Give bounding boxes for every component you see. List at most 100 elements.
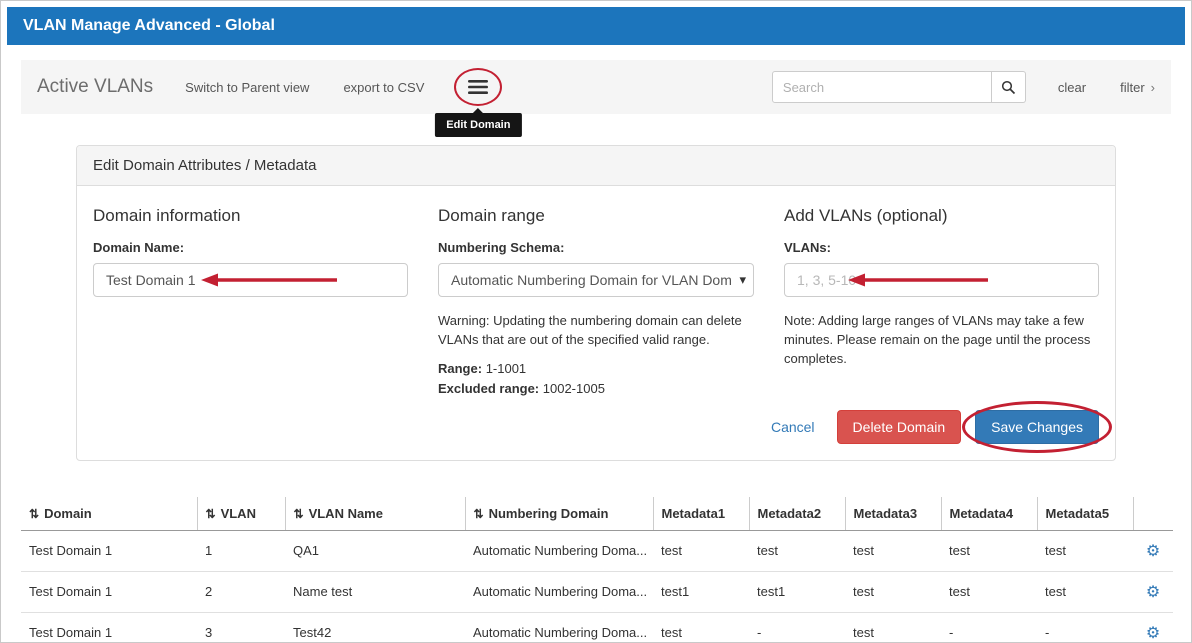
save-changes-button[interactable]: Save Changes: [975, 410, 1099, 444]
sort-icon: ⇅: [294, 507, 304, 521]
cell-metadata5: test: [1037, 530, 1133, 571]
col-header-actions: [1133, 497, 1173, 531]
caret-down-icon: ▾: [739, 272, 746, 288]
cell-metadata5: -: [1037, 612, 1133, 643]
filter-link[interactable]: filter ›: [1120, 80, 1155, 95]
active-vlans-title: Active VLANs: [37, 76, 153, 98]
search-input[interactable]: [772, 71, 992, 103]
cell-metadata3: test: [845, 612, 941, 643]
cell-domain: Test Domain 1: [21, 571, 197, 612]
row-settings-gear-icon[interactable]: ⚙: [1146, 584, 1160, 601]
cell-numbering-domain: Automatic Numbering Doma...: [465, 530, 653, 571]
col-header-label: Domain: [44, 506, 92, 521]
delete-domain-button[interactable]: Delete Domain: [837, 410, 962, 444]
cell-metadata2: -: [749, 612, 845, 643]
toolbar: Active VLANs Switch to Parent view expor…: [21, 60, 1171, 114]
panel-actions: Cancel Delete Domain Save Changes: [93, 410, 1099, 444]
sort-icon: ⇅: [206, 507, 216, 521]
search-button[interactable]: [992, 71, 1026, 103]
domain-name-input[interactable]: [93, 263, 408, 297]
cell-numbering-domain: Automatic Numbering Doma...: [465, 612, 653, 643]
domain-information-section: Domain information Domain Name:: [93, 206, 408, 396]
cell-actions: ⚙: [1133, 612, 1173, 643]
col-header-domain[interactable]: ⇅ Domain: [21, 497, 197, 531]
page-title: VLAN Manage Advanced - Global: [23, 17, 275, 34]
cell-metadata4: -: [941, 612, 1037, 643]
search-icon: [1001, 80, 1016, 95]
row-settings-gear-icon[interactable]: ⚙: [1146, 543, 1160, 560]
app-header: VLAN Manage Advanced - Global: [7, 7, 1185, 45]
cell-actions: ⚙: [1133, 571, 1173, 612]
hamburger-menu-icon: [468, 79, 488, 95]
toolbar-right: clear filter ›: [772, 71, 1155, 103]
col-header-label: Numbering Domain: [489, 506, 609, 521]
domain-name-label: Domain Name:: [93, 240, 408, 255]
add-vlans-section: Add VLANs (optional) VLANs: Note: Adding…: [784, 206, 1099, 396]
range-line: Range: 1-1001: [438, 361, 754, 376]
numbering-warning-text: Warning: Updating the numbering domain c…: [438, 312, 754, 350]
add-vlans-heading: Add VLANs (optional): [784, 206, 1099, 226]
col-header-metadata5: Metadata5: [1037, 497, 1133, 531]
cell-metadata4: test: [941, 571, 1037, 612]
cell-metadata3: test: [845, 530, 941, 571]
cell-metadata1: test: [653, 530, 749, 571]
export-csv-link[interactable]: export to CSV: [343, 80, 424, 95]
vlans-input[interactable]: [784, 263, 1099, 297]
cell-vlan-name: Name test: [285, 571, 465, 612]
cell-metadata2: test: [749, 530, 845, 571]
col-header-label: VLAN Name: [309, 506, 383, 521]
cell-vlan: 1: [197, 530, 285, 571]
cell-vlan: 3: [197, 612, 285, 643]
switch-parent-view-link[interactable]: Switch to Parent view: [185, 80, 309, 95]
table-row: Test Domain 1 1 QA1 Automatic Numbering …: [21, 530, 1173, 571]
col-header-metadata2: Metadata2: [749, 497, 845, 531]
edit-domain-panel: Edit Domain Attributes / Metadata Domain…: [76, 145, 1116, 461]
col-header-numbering-domain[interactable]: ⇅Numbering Domain: [465, 497, 653, 531]
cell-numbering-domain: Automatic Numbering Doma...: [465, 571, 653, 612]
range-label: Range:: [438, 361, 482, 376]
col-header-vlan[interactable]: ⇅ VLAN: [197, 497, 285, 531]
numbering-schema-label: Numbering Schema:: [438, 240, 754, 255]
cell-metadata2: test1: [749, 571, 845, 612]
chevron-right-icon: ›: [1151, 80, 1155, 95]
numbering-schema-select[interactable]: Automatic Numbering Domain for VLAN Doma…: [438, 263, 754, 297]
cancel-link[interactable]: Cancel: [771, 419, 815, 435]
vlans-label: VLANs:: [784, 240, 1099, 255]
cell-vlan: 2: [197, 571, 285, 612]
panel-heading: Edit Domain Attributes / Metadata: [77, 146, 1115, 186]
search-group: [772, 71, 1026, 103]
edit-domain-tooltip: Edit Domain: [435, 113, 521, 137]
domain-range-heading: Domain range: [438, 206, 754, 226]
cell-metadata4: test: [941, 530, 1037, 571]
domain-information-heading: Domain information: [93, 206, 408, 226]
filter-label: filter: [1120, 80, 1145, 95]
numbering-schema-value: Automatic Numbering Domain for VLAN Doma: [451, 272, 731, 288]
col-header-metadata4: Metadata4: [941, 497, 1037, 531]
col-header-vlan-name[interactable]: ⇅ VLAN Name: [285, 497, 465, 531]
range-value: 1-1001: [486, 361, 526, 376]
clear-link[interactable]: clear: [1058, 80, 1086, 95]
row-settings-gear-icon[interactable]: ⚙: [1146, 625, 1160, 642]
cell-vlan-name: QA1: [285, 530, 465, 571]
cell-metadata5: test: [1037, 571, 1133, 612]
col-header-label: VLAN: [221, 506, 256, 521]
domain-range-section: Domain range Numbering Schema: Automatic…: [438, 206, 754, 396]
excluded-range-line: Excluded range: 1002-1005: [438, 381, 754, 396]
cell-metadata1: test: [653, 612, 749, 643]
cell-metadata3: test: [845, 571, 941, 612]
table-row: Test Domain 1 3 Test42 Automatic Numberi…: [21, 612, 1173, 643]
sort-icon: ⇅: [29, 507, 39, 521]
excluded-range-value: 1002-1005: [543, 381, 605, 396]
excluded-range-label: Excluded range:: [438, 381, 539, 396]
col-header-metadata3: Metadata3: [845, 497, 941, 531]
table-row: Test Domain 1 2 Name test Automatic Numb…: [21, 571, 1173, 612]
vlans-note-text: Note: Adding large ranges of VLANs may t…: [784, 312, 1099, 369]
cell-metadata1: test1: [653, 571, 749, 612]
cell-domain: Test Domain 1: [21, 530, 197, 571]
cell-domain: Test Domain 1: [21, 612, 197, 643]
cell-vlan-name: Test42: [285, 612, 465, 643]
edit-domain-menu-button[interactable]: Edit Domain: [462, 75, 494, 99]
table-header-row: ⇅ Domain ⇅ VLAN ⇅ VLAN Name ⇅Numbering Doma…: [21, 497, 1173, 531]
vlan-table: ⇅ Domain ⇅ VLAN ⇅ VLAN Name ⇅Numbering Doma…: [21, 497, 1173, 643]
cell-actions: ⚙: [1133, 530, 1173, 571]
